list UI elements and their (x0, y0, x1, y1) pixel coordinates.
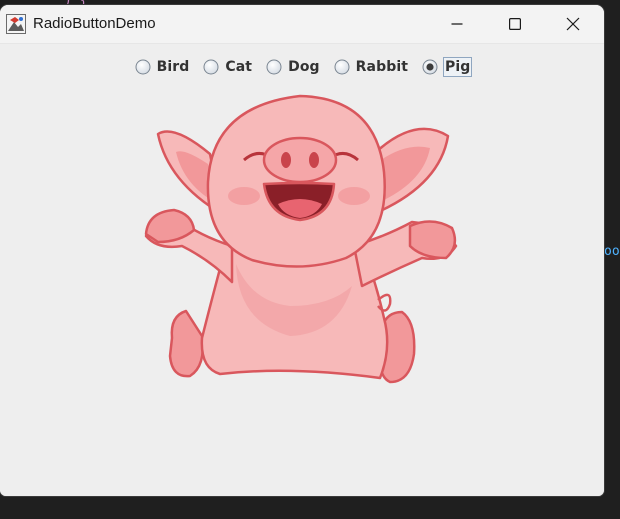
content-panel: Bird Cat Dog Rabbit Pig (0, 44, 604, 496)
background-code-fragment-right: oo (604, 244, 620, 259)
minimize-button[interactable] (434, 5, 480, 43)
java-app-icon (6, 14, 26, 34)
title-bar[interactable]: RadioButtonDemo (0, 5, 604, 44)
radio-label-dog: Dog (288, 59, 320, 75)
radio-dog[interactable]: Dog (261, 55, 325, 79)
close-button[interactable] (550, 5, 596, 43)
pig-icon (144, 94, 458, 384)
minimize-icon (451, 23, 463, 25)
radio-label-pig: Pig (443, 57, 473, 77)
radio-label-bird: Bird (156, 59, 190, 75)
radio-rabbit[interactable]: Rabbit (329, 55, 413, 79)
animal-image (140, 86, 460, 406)
radio-pig[interactable]: Pig (417, 55, 476, 79)
radio-bird[interactable]: Bird (130, 55, 195, 79)
radio-label-rabbit: Rabbit (355, 59, 409, 75)
maximize-icon (509, 18, 521, 30)
radio-unchecked-icon (135, 59, 151, 75)
close-icon (566, 17, 580, 31)
radio-label-cat: Cat (225, 59, 253, 75)
app-window: RadioButtonDemo Bird Cat Dog Rabbit Pig (0, 5, 604, 496)
window-title: RadioButtonDemo (33, 15, 156, 32)
radio-unchecked-icon (203, 59, 219, 75)
maximize-button[interactable] (492, 5, 538, 43)
radio-unchecked-icon (334, 59, 350, 75)
radio-checked-icon (422, 59, 438, 75)
radio-cat[interactable]: Cat (198, 55, 257, 79)
radio-unchecked-icon (266, 59, 282, 75)
animal-radio-group: Bird Cat Dog Rabbit Pig (0, 54, 604, 80)
